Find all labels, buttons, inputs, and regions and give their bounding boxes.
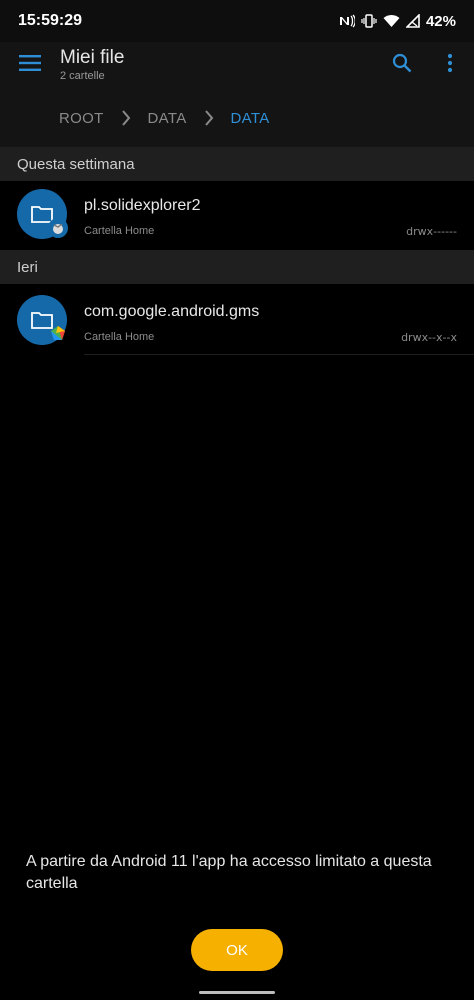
breadcrumb: ROOT DATA DATA bbox=[0, 88, 474, 148]
chevron-right-icon bbox=[187, 110, 231, 126]
section-header-this-week: Questa settimana bbox=[0, 147, 474, 181]
divider bbox=[84, 354, 474, 355]
vibrate-icon bbox=[361, 14, 377, 28]
file-type: Cartella Home bbox=[84, 225, 155, 237]
breadcrumb-item-current[interactable]: DATA bbox=[231, 110, 270, 127]
gesture-nav-handle[interactable] bbox=[199, 991, 275, 994]
nfc-icon bbox=[339, 14, 355, 28]
file-name: pl.solidexplorer2 bbox=[84, 197, 201, 214]
search-button[interactable] bbox=[378, 42, 426, 88]
page-subtitle: 2 cartelle bbox=[60, 70, 105, 82]
folder-icon bbox=[17, 295, 67, 345]
play-services-badge-icon bbox=[48, 324, 68, 344]
access-notice-text: A partire da Android 11 l'app ha accesso… bbox=[26, 853, 432, 892]
title-block: Miei file 2 cartelle bbox=[60, 47, 378, 83]
status-time: 15:59:29 bbox=[18, 12, 83, 29]
ok-button[interactable]: OK bbox=[191, 929, 283, 971]
folder-icon bbox=[17, 189, 68, 239]
file-type: Cartella Home bbox=[84, 331, 155, 343]
status-bar: 15:59:29 42% bbox=[0, 0, 474, 42]
file-name: com.google.android.gms bbox=[84, 303, 260, 320]
list-item[interactable]: com.google.android.gms Cartella Home drw… bbox=[0, 287, 474, 355]
battery-level: 42% bbox=[425, 12, 456, 30]
file-permissions: drwx------ bbox=[406, 225, 457, 238]
more-vert-icon bbox=[447, 53, 453, 78]
signal-icon bbox=[405, 14, 420, 28]
section-header-yesterday: Ieri bbox=[0, 250, 474, 284]
more-options-button[interactable] bbox=[426, 42, 474, 88]
app-badge-icon bbox=[48, 218, 68, 238]
hamburger-icon bbox=[19, 54, 41, 77]
breadcrumb-item-root[interactable]: ROOT bbox=[59, 110, 104, 127]
list-item[interactable]: pl.solidexplorer2 Cartella Home drwx----… bbox=[0, 181, 474, 249]
chevron-right-icon bbox=[104, 110, 148, 126]
search-icon bbox=[392, 53, 412, 78]
app-bar: Miei file 2 cartelle bbox=[0, 42, 474, 88]
page-title: Miei file bbox=[60, 47, 125, 68]
wifi-icon bbox=[383, 14, 400, 28]
menu-button[interactable] bbox=[0, 42, 60, 88]
file-permissions: drwx--x--x bbox=[401, 331, 457, 344]
breadcrumb-item-data[interactable]: DATA bbox=[148, 110, 187, 127]
status-icons: 42% bbox=[339, 13, 456, 30]
